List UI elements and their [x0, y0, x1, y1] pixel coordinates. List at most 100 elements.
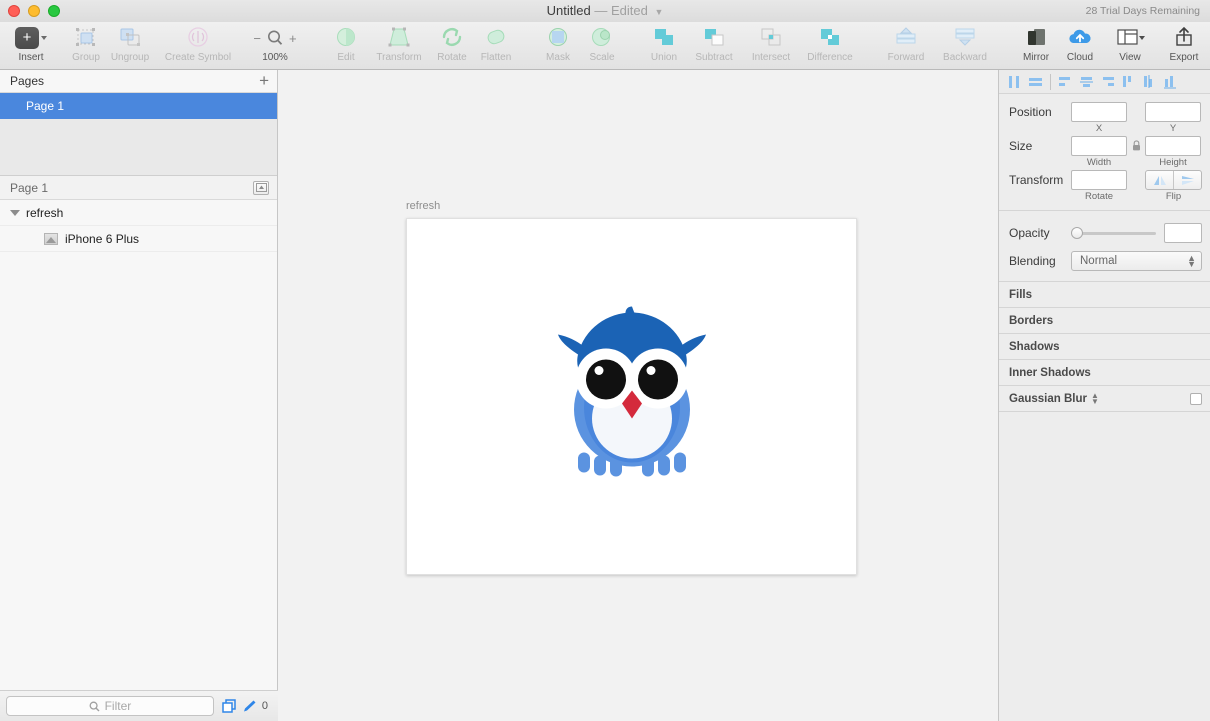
opacity-slider[interactable]	[1071, 225, 1156, 241]
sketch-app-window: Untitled — Edited ▼ 28 Trial Days Remain…	[0, 0, 1210, 721]
size-width-input[interactable]	[1071, 136, 1127, 156]
artboard-refresh[interactable]	[406, 218, 857, 575]
pencil-icon[interactable]	[242, 699, 258, 714]
section-shadows[interactable]: Shadows	[999, 334, 1210, 360]
insert-button[interactable]: + Insert	[4, 22, 58, 70]
align-top-icon[interactable]	[1055, 72, 1076, 92]
page-list-item-page-1[interactable]: Page 1	[0, 93, 277, 119]
zoom-control[interactable]: − + 100%	[244, 22, 306, 70]
owl-illustration[interactable]	[544, 306, 720, 487]
plus-square-icon: +	[15, 27, 39, 49]
geometry-section: Position X Y Size Width Height Transform…	[999, 94, 1210, 211]
layer-name: refresh	[26, 205, 64, 220]
position-label: Position	[1009, 105, 1052, 119]
align-center-horizontal-icon[interactable]	[1025, 72, 1046, 92]
move-backward-icon	[952, 25, 978, 51]
flip-horizontal-icon[interactable]	[1146, 171, 1173, 189]
align-left-icon[interactable]	[1004, 72, 1025, 92]
intersect-button[interactable]: Intersect	[742, 22, 800, 70]
ungroup-button[interactable]: Ungroup	[108, 22, 152, 70]
edit-icon	[333, 25, 359, 51]
move-forward-button[interactable]: Forward	[878, 22, 934, 70]
difference-icon	[817, 25, 843, 51]
position-x-input[interactable]	[1071, 102, 1127, 122]
group-label: Group	[72, 52, 100, 63]
layer-row-iphone-6-plus[interactable]: iPhone 6 Plus	[0, 226, 277, 252]
magnifier-icon[interactable]	[266, 29, 284, 47]
flatten-icon	[483, 25, 509, 51]
blending-row: Blending Normal ▲ ▼	[999, 245, 1210, 273]
section-borders[interactable]: Borders	[999, 308, 1210, 334]
position-y-input[interactable]	[1145, 102, 1201, 122]
intersect-icon	[758, 25, 784, 51]
arrow-up-box-icon	[255, 183, 267, 192]
edit-button[interactable]: Edit	[324, 22, 368, 70]
zoom-out-button[interactable]: −	[253, 31, 261, 46]
position-y-sublabel: Y	[1169, 123, 1177, 134]
opacity-row: Opacity	[999, 219, 1210, 245]
zoom-in-button[interactable]: +	[289, 31, 297, 46]
create-symbol-button[interactable]: Create Symbol	[152, 22, 244, 70]
distribute-right-icon[interactable]	[1160, 72, 1181, 92]
section-inner-shadows[interactable]: Inner Shadows	[999, 360, 1210, 386]
backward-label: Backward	[943, 52, 987, 63]
stepper-icon: ▲ ▼	[1187, 253, 1196, 269]
owl-eye-right	[637, 359, 678, 399]
collapse-panel-button[interactable]	[253, 180, 269, 195]
view-label: View	[1119, 52, 1141, 63]
filter-input[interactable]: Filter	[6, 696, 214, 716]
opacity-label: Opacity	[1009, 226, 1050, 240]
mirror-button[interactable]: Mirror	[1014, 22, 1058, 70]
rotate-input[interactable]	[1071, 170, 1127, 190]
opacity-input[interactable]	[1164, 223, 1202, 243]
disclosure-triangle-icon[interactable]	[10, 209, 20, 216]
transform-label: Transform	[1009, 173, 1064, 187]
page-name: Page 1	[26, 99, 65, 113]
export-button[interactable]: Export	[1158, 22, 1210, 70]
flatten-label: Flatten	[480, 52, 512, 63]
lock-icon[interactable]	[1127, 136, 1145, 151]
blur-type-stepper-icon[interactable]: ▲ ▼	[1091, 391, 1099, 405]
opacity-slider-knob[interactable]	[1071, 227, 1083, 239]
mask-button[interactable]: Mask	[536, 22, 580, 70]
section-fills[interactable]: Fills	[999, 282, 1210, 308]
title-separator: —	[594, 3, 608, 18]
gaussian-blur-checkbox[interactable]	[1190, 392, 1202, 405]
cloud-label: Cloud	[1066, 52, 1094, 63]
rotate-button[interactable]: Rotate	[430, 22, 474, 70]
section-label: Gaussian Blur	[1009, 392, 1087, 405]
group-button[interactable]: Group	[64, 22, 108, 70]
difference-button[interactable]: Difference	[800, 22, 860, 70]
view-button[interactable]: View	[1102, 22, 1158, 70]
subtract-button[interactable]: Subtract	[686, 22, 742, 70]
align-middle-icon[interactable]	[1076, 72, 1097, 92]
cloud-button[interactable]: Cloud	[1058, 22, 1102, 70]
transform-row: Transform Rotate Flip	[999, 170, 1210, 202]
mask-icon	[545, 25, 571, 51]
layer-row-refresh[interactable]: refresh	[0, 200, 277, 226]
canvas-area[interactable]: refresh	[279, 70, 998, 721]
section-label: Borders	[1009, 314, 1054, 327]
distribute-left-icon[interactable]	[1118, 72, 1139, 92]
chevron-down-icon	[41, 36, 47, 40]
move-backward-button[interactable]: Backward	[934, 22, 996, 70]
flip-vertical-icon[interactable]	[1173, 171, 1201, 189]
section-gaussian-blur[interactable]: Gaussian Blur ▲ ▼	[999, 386, 1210, 412]
flatten-button[interactable]: Flatten	[474, 22, 518, 70]
size-height-input[interactable]	[1145, 136, 1201, 156]
artboard-label[interactable]: refresh	[406, 200, 440, 212]
transform-button[interactable]: Transform	[368, 22, 430, 70]
document-title[interactable]: Untitled — Edited ▼	[0, 3, 1210, 18]
distribute-center-icon[interactable]	[1139, 72, 1160, 92]
chevron-down-icon[interactable]: ▼	[654, 7, 663, 17]
scale-button[interactable]: Scale	[580, 22, 624, 70]
align-bottom-icon[interactable]	[1097, 72, 1118, 92]
appearance-section: Opacity Blending Normal ▲ ▼	[999, 211, 1210, 282]
blending-select[interactable]: Normal ▲ ▼	[1071, 251, 1202, 271]
union-button[interactable]: Union	[642, 22, 686, 70]
filter-actions: 0	[214, 698, 272, 714]
add-page-button[interactable]: +	[259, 72, 269, 89]
flip-sublabel: Flip	[1165, 191, 1182, 202]
copy-layers-icon[interactable]	[222, 698, 238, 714]
blending-label: Blending	[1009, 254, 1056, 268]
